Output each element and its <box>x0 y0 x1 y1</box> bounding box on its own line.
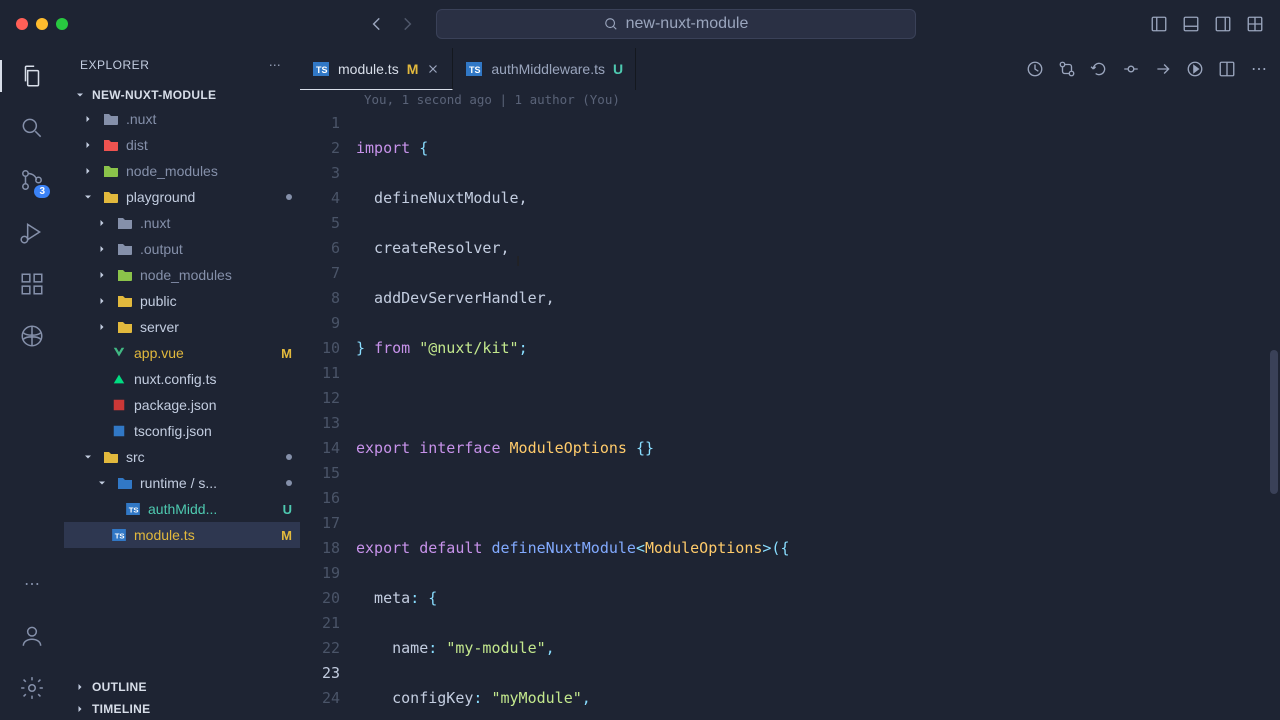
explorer-more-icon[interactable]: ⋯ <box>266 56 284 74</box>
project-title: new-nuxt-module <box>626 15 749 33</box>
folder-server[interactable]: server <box>64 314 300 340</box>
folder-pg-nodemodules[interactable]: node_modules <box>64 262 300 288</box>
file-authmiddleware[interactable]: TSauthMidd...U <box>64 496 300 522</box>
scm-badge: 3 <box>34 185 50 198</box>
modified-dot <box>286 480 292 486</box>
git-blame: You, 1 second ago | 1 author (You) <box>300 90 1280 111</box>
activity-scm[interactable]: 3 <box>16 164 48 196</box>
activity-search[interactable] <box>16 112 48 144</box>
file-package[interactable]: package.json <box>64 392 300 418</box>
layout-secondary-side[interactable] <box>1214 15 1232 33</box>
layout-panel[interactable] <box>1182 15 1200 33</box>
tab-module[interactable]: TS module.ts M <box>300 48 453 90</box>
git-compare-icon[interactable] <box>1058 60 1076 78</box>
outline-section[interactable]: OUTLINE <box>64 676 300 698</box>
folder-node-modules[interactable]: node_modules <box>64 158 300 184</box>
commit-icon[interactable] <box>1122 60 1140 78</box>
folder-dist[interactable]: dist <box>64 132 300 158</box>
scroll-thumb[interactable] <box>1270 350 1278 494</box>
modified-dot <box>286 194 292 200</box>
tab-more-icon[interactable]: ⋯ <box>1250 60 1268 78</box>
folder-playground[interactable]: playground <box>64 184 300 210</box>
timeline-icon[interactable] <box>1026 60 1044 78</box>
split-editor-icon[interactable] <box>1218 60 1236 78</box>
folder-pg-nuxt[interactable]: .nuxt <box>64 210 300 236</box>
activity-explorer[interactable] <box>16 60 48 92</box>
file-tree: .nuxt dist node_modules playground .nuxt… <box>64 106 300 676</box>
folder-public[interactable]: public <box>64 288 300 314</box>
file-tsconfig[interactable]: tsconfig.json <box>64 418 300 444</box>
explorer-title: EXPLORER <box>80 58 149 72</box>
svg-text:TS: TS <box>115 531 125 540</box>
file-app-vue[interactable]: app.vueM <box>64 340 300 366</box>
file-nuxtconfig[interactable]: nuxt.config.ts <box>64 366 300 392</box>
minimize-window[interactable] <box>36 18 48 30</box>
run-icon[interactable] <box>1186 60 1204 78</box>
modified-dot <box>286 454 292 460</box>
folder-nuxt[interactable]: .nuxt <box>64 106 300 132</box>
nav-forward[interactable] <box>398 15 416 33</box>
svg-text:TS: TS <box>469 65 481 75</box>
folder-runtime[interactable]: runtime / s... <box>64 470 300 496</box>
folder-src[interactable]: src <box>64 444 300 470</box>
activity-more[interactable]: ⋯ <box>16 568 48 600</box>
revert-icon[interactable] <box>1090 60 1108 78</box>
svg-text:TS: TS <box>316 65 328 75</box>
svg-text:TS: TS <box>129 505 139 514</box>
code-content[interactable]: import { defineNuxtModule, createResolve… <box>356 111 1280 720</box>
ts-icon: TS <box>465 62 483 76</box>
nav-back[interactable] <box>368 15 386 33</box>
arrow-icon[interactable] <box>1154 60 1172 78</box>
timeline-section[interactable]: TIMELINE <box>64 698 300 720</box>
activity-accounts[interactable] <box>16 620 48 652</box>
activity-debug[interactable] <box>16 216 48 248</box>
tab-authmiddleware[interactable]: TS authMiddleware.ts U <box>453 48 636 90</box>
customize-layout[interactable] <box>1246 15 1264 33</box>
layout-primary-side[interactable] <box>1150 15 1168 33</box>
activity-remote[interactable] <box>16 320 48 352</box>
file-module[interactable]: TSmodule.tsM <box>64 522 300 548</box>
traffic-lights <box>16 18 68 30</box>
minimap[interactable] <box>1268 90 1280 710</box>
close-icon[interactable] <box>426 62 440 76</box>
close-window[interactable] <box>16 18 28 30</box>
search-icon <box>604 17 618 31</box>
activity-extensions[interactable] <box>16 268 48 300</box>
command-center[interactable]: new-nuxt-module <box>436 9 916 39</box>
project-section[interactable]: NEW-NUXT-MODULE <box>64 84 300 106</box>
code-editor[interactable]: 123456789101112131415161718192021222324 … <box>300 111 1280 720</box>
maximize-window[interactable] <box>56 18 68 30</box>
activity-settings[interactable] <box>16 672 48 704</box>
ts-icon: TS <box>312 62 330 76</box>
folder-pg-output[interactable]: .output <box>64 236 300 262</box>
line-gutter: 123456789101112131415161718192021222324 <box>300 111 356 720</box>
